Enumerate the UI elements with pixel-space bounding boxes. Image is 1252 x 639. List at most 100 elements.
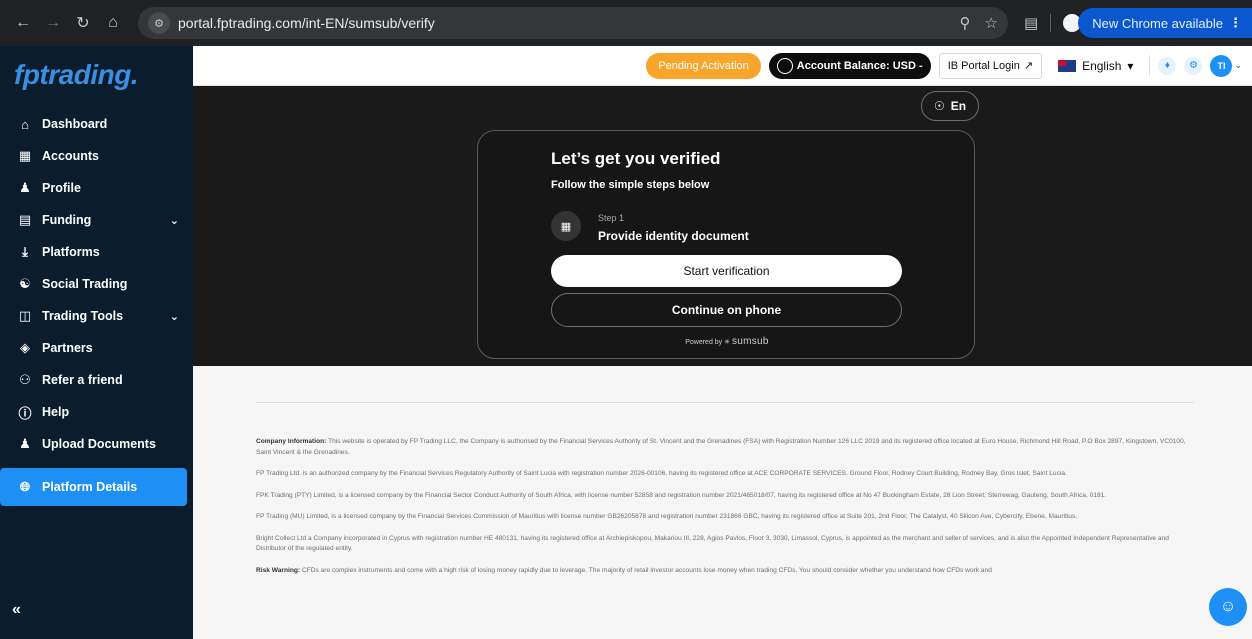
sidebar-item-label: Dashboard — [42, 117, 108, 131]
sumsub-logo-icon: ✳ — [724, 339, 730, 346]
company-information-paragraph: Company Information: This website is ope… — [256, 437, 1194, 458]
logo[interactable]: fptrading. — [0, 46, 193, 104]
sidebar-item-social-trading[interactable]: ☯ Social Trading — [0, 268, 193, 300]
chat-support-button[interactable]: ☺ — [1209, 588, 1247, 626]
verify-language-label: En — [950, 99, 967, 113]
legal-footer: Company Information: This website is ope… — [256, 402, 1194, 587]
risk-warning-heading: Risk Warning: — [256, 566, 301, 574]
ib-portal-login-label: IB Portal Login — [947, 59, 1020, 72]
risk-warning-paragraph: Risk Warning: CFDs are complex instrumen… — [256, 566, 1194, 577]
top-header: Pending Activation Account Balance: USD … — [193, 46, 1252, 86]
sidebar-item-profile[interactable]: ♟ Profile — [0, 172, 193, 204]
bookmark-star-icon[interactable]: ☆ — [985, 14, 998, 32]
more-menu-icon[interactable]: ⋮ — [1229, 15, 1242, 31]
legal-paragraph: FPK Trading (PTY) Limited, is a licensed… — [256, 491, 1107, 499]
sidebar-item-label: Partners — [42, 341, 93, 355]
url-text[interactable]: portal.fptrading.com/int-EN/sumsub/verif… — [178, 15, 946, 31]
avatar[interactable]: TI — [1210, 54, 1233, 77]
sidebar-item-platforms[interactable]: ⤓ Platforms — [0, 236, 193, 268]
chevron-down-icon[interactable]: ⌄ — [170, 310, 179, 323]
sidebar-item-partners[interactable]: ◈ Partners — [0, 332, 193, 364]
sidebar-item-label: Trading Tools — [42, 309, 124, 323]
social-trading-icon: ☯ — [19, 276, 31, 291]
ib-portal-login-button[interactable]: IB Portal Login ↗ — [938, 52, 1043, 79]
verification-title: Let’s get you verified — [551, 149, 721, 168]
collapse-sidebar-button[interactable]: « — [12, 601, 21, 619]
legal-paragraph: FP Trading Ltd. is an authorized company… — [256, 470, 1067, 477]
sidebar-item-label: Social Trading — [42, 277, 128, 291]
browser-nav: ← → ↻ ⌂ — [0, 10, 126, 36]
sidebar-item-label: Platform Details — [42, 480, 138, 494]
chat-icon: ☺ — [1219, 598, 1237, 615]
step-title: Provide identity document — [598, 229, 749, 243]
pending-activation-badge[interactable]: Pending Activation — [646, 52, 761, 79]
sidebar-item-label: Platforms — [42, 245, 100, 259]
sidebar-item-funding[interactable]: ▤ Funding ⌄ — [0, 204, 193, 236]
verification-panel: ☉ En Let’s get you verified Follow the s… — [193, 86, 1252, 366]
partners-icon: ◈ — [20, 340, 30, 355]
account-balance-button[interactable]: Account Balance: USD - — [768, 52, 931, 79]
sidebar-item-upload-documents[interactable]: ♟ Upload Documents — [0, 428, 193, 460]
step-number: Step 1 — [598, 213, 625, 223]
sidebar-item-label: Help — [42, 405, 70, 419]
verification-card: Let’s get you verified Follow the simple… — [477, 130, 975, 359]
sidebar-item-label: Accounts — [42, 149, 99, 163]
download-icon: ⤓ — [22, 244, 28, 259]
chrome-update-button[interactable]: New Chrome available ⋮ — [1078, 8, 1252, 38]
coins-icon — [776, 57, 793, 74]
language-label: English — [1082, 58, 1122, 73]
legal-paragraph: Bright Collect Ltd a Company incorporate… — [256, 534, 1169, 553]
home-icon: ⌂ — [21, 116, 29, 132]
header-divider — [1149, 54, 1151, 77]
risk-warning-text: CFDs are complex instruments and come wi… — [301, 566, 992, 574]
company-information-heading: Company Information: — [256, 438, 327, 445]
sidebar-item-help[interactable]: ⓘ Help — [0, 396, 193, 428]
help-icon: ⓘ — [18, 405, 32, 421]
sidebar-item-refer-a-friend[interactable]: ⚇ Refer a friend — [0, 364, 193, 396]
company-information-text: This website is operated by FP Trading L… — [256, 438, 1186, 456]
sidebar-item-label: Funding — [42, 213, 92, 227]
refer-icon: ⚇ — [19, 372, 31, 387]
language-selector[interactable]: English ▾ — [1050, 53, 1141, 79]
zoom-icon[interactable]: ⚲ — [960, 14, 971, 32]
account-balance-label: Account Balance: USD - — [796, 59, 923, 72]
powered-by-label: Powered by — [685, 339, 723, 346]
extensions-icon[interactable]: ▤ — [1024, 14, 1038, 32]
sidebar-menu: ⌂ Dashboard ▦ Accounts ♟ Profile ▤ Fundi… — [0, 108, 193, 506]
accounts-icon: ▦ — [18, 148, 32, 163]
australia-flag-icon — [1058, 59, 1077, 72]
sumsub-brand: sumsub — [731, 336, 769, 347]
sidebar-item-trading-tools[interactable]: ◫ Trading Tools ⌄ — [0, 300, 193, 332]
id-card-icon: ▦ — [551, 211, 581, 241]
chevron-down-icon[interactable]: ⌄ — [170, 214, 179, 227]
sidebar-item-platform-details[interactable]: 🌐︎ Platform Details — [0, 468, 187, 506]
gear-icon[interactable]: ⚙ — [1184, 56, 1203, 75]
chevron-down-icon[interactable]: ⌄ — [1234, 60, 1242, 71]
globe-icon: 🌐︎ — [19, 479, 31, 494]
browser-toolbar: ← → ↻ ⌂ ⚙ portal.fptrading.com/int-EN/su… — [0, 0, 1252, 46]
bell-icon[interactable]: ♦ — [1158, 56, 1177, 75]
sidebar-item-accounts[interactable]: ▦ Accounts — [0, 140, 193, 172]
trading-tools-icon: ◫ — [18, 308, 32, 323]
globe-icon: ☉ — [934, 99, 945, 113]
verify-language-button[interactable]: ☉ En — [921, 91, 980, 121]
sidebar-item-label: Refer a friend — [42, 373, 123, 387]
toolbar-divider — [1050, 14, 1052, 32]
continue-on-phone-button[interactable]: Continue on phone — [551, 293, 902, 327]
reload-icon[interactable]: ↻ — [70, 10, 96, 36]
extensions-area: ▤ — [1024, 14, 1082, 32]
sidebar: fptrading. ⌂ Dashboard ▦ Accounts ♟ Prof… — [0, 46, 193, 639]
sidebar-item-dashboard[interactable]: ⌂ Dashboard — [0, 108, 193, 140]
powered-by-sumsub[interactable]: Powered by ✳ sumsub — [478, 336, 976, 347]
forward-icon[interactable]: → — [40, 10, 66, 36]
start-verification-button[interactable]: Start verification — [551, 255, 902, 287]
back-icon[interactable]: ← — [10, 10, 36, 36]
external-link-icon: ↗ — [1023, 60, 1034, 72]
caret-down-icon: ▾ — [1127, 58, 1134, 73]
sidebar-item-label: Profile — [42, 181, 81, 195]
address-bar[interactable]: ⚙ portal.fptrading.com/int-EN/sumsub/ver… — [138, 7, 1008, 39]
site-info-icon[interactable]: ⚙ — [148, 12, 170, 34]
funding-icon: ▤ — [18, 212, 32, 227]
update-label: New Chrome available — [1092, 15, 1223, 31]
home-browser-icon[interactable]: ⌂ — [100, 10, 126, 36]
